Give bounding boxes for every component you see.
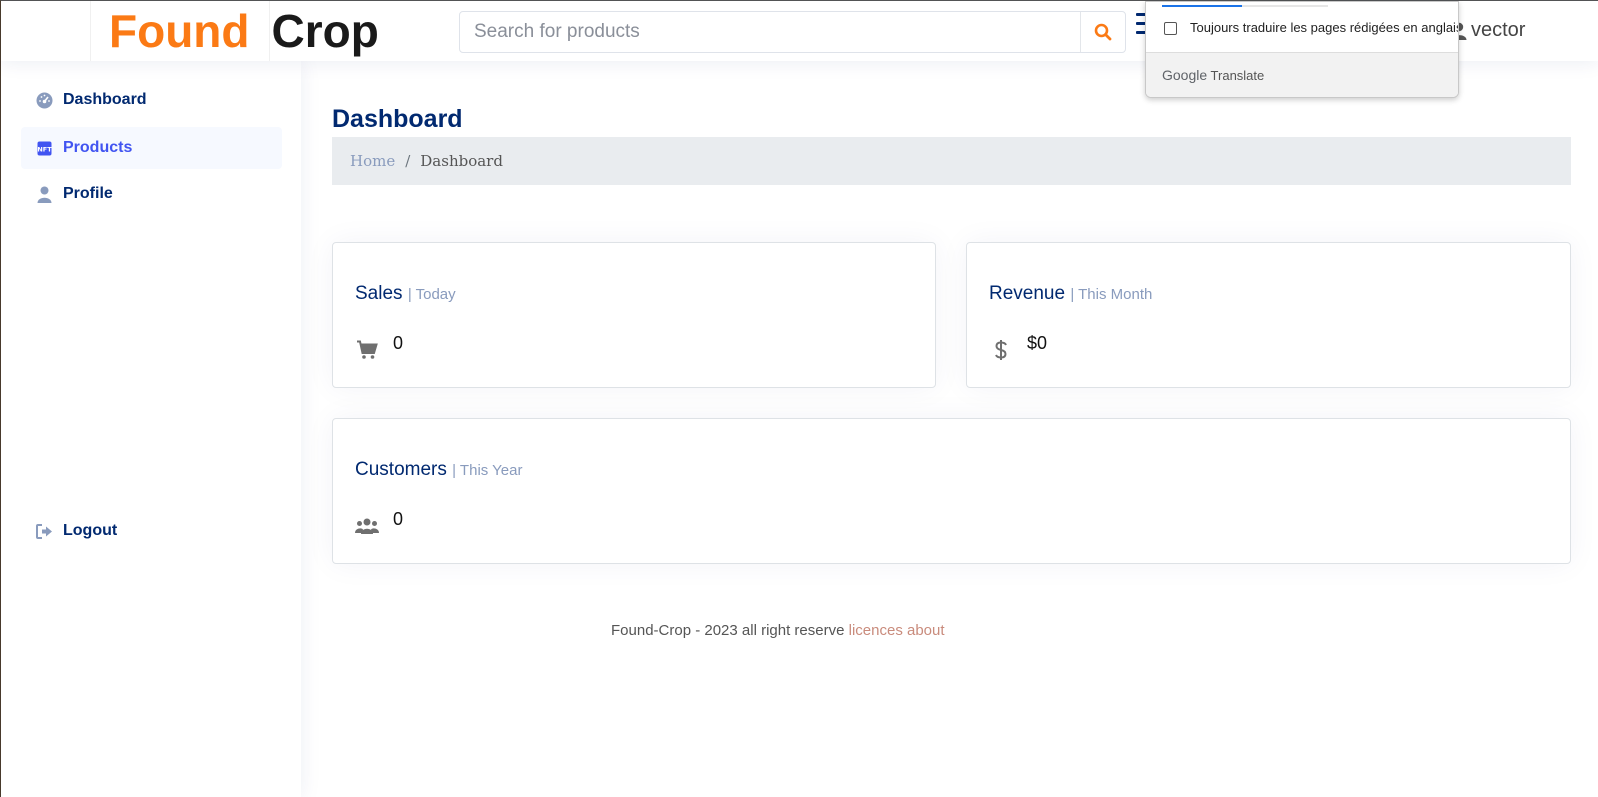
logo[interactable]: Found Crop [109,4,379,58]
sidebar-item-label: Logout [63,522,118,539]
sidebar-item-products[interactable]: NFT Products [21,127,282,169]
card-title: Customers | This Year [355,459,522,481]
translate-popup: Toujours traduire les pages rédigées en … [1145,1,1459,98]
user-name: vector [1471,19,1526,41]
footer-copyright: Found-Crop - 2023 all right reserve [611,622,845,639]
person-icon [35,185,53,203]
logout-icon [35,522,53,540]
card-title-text: Sales [355,283,403,304]
card-title-text: Customers [355,459,447,480]
search-input[interactable] [460,12,1080,52]
translate-wordmark: Translate [1210,68,1265,83]
logo-found: Found [109,5,250,57]
app-page: FoundCrop vector Toujours tradui [0,0,1598,797]
footer: Found-Crop - 2023 all right reserve lice… [611,622,945,639]
people-icon [355,514,379,538]
search-bar [459,11,1126,53]
card-title: Revenue | This Month [989,283,1152,305]
main-content: Dashboard Home / Dashboard Sales | Today… [301,61,1598,797]
sidebar-item-dashboard[interactable]: Dashboard [21,79,282,121]
sidebar-item-logout[interactable]: Logout [21,510,282,552]
sidebar: Dashboard NFT Products Profile Logout [1,61,301,797]
translate-footer: Google Translate [1146,52,1458,97]
footer-links[interactable]: licences about [849,622,945,639]
search-button[interactable] [1080,12,1125,52]
logo-crop: Crop [271,5,379,57]
card-period: | This Year [452,462,523,479]
search-icon [1094,23,1112,41]
svg-text:NFT: NFT [37,145,52,153]
cart-icon [355,338,379,362]
customers-value: 0 [393,509,404,529]
card-period: | This Month [1070,286,1153,303]
sales-value: 0 [393,333,404,353]
dashboard-icon [35,91,53,109]
google-translate-brand: Google Translate [1162,67,1264,83]
sidebar-item-label: Dashboard [63,91,147,108]
user-menu[interactable]: vector [1451,19,1525,42]
sales-card: Sales | Today 0 [332,242,936,388]
card-title-text: Revenue [989,283,1066,304]
sidebar-item-label: Profile [63,185,113,202]
breadcrumb-current: Dashboard [420,152,503,170]
always-translate-checkbox[interactable] [1164,22,1177,35]
sidebar-item-profile[interactable]: Profile [21,173,282,215]
breadcrumb-separator: / [405,152,411,170]
google-wordmark: Google [1162,67,1208,83]
page-title: Dashboard [332,105,463,133]
revenue-value: $0 [1027,333,1048,353]
nft-icon: NFT [35,139,53,157]
dollar-icon [989,338,1013,362]
breadcrumb-home[interactable]: Home [350,152,395,170]
always-translate-label[interactable]: Toujours traduire les pages rédigées en … [1190,20,1458,35]
revenue-card: Revenue | This Month $0 [966,242,1571,388]
customers-card: Customers | This Year 0 [332,418,1571,564]
translate-tab-indicator [1162,5,1328,7]
card-title: Sales | Today [355,283,456,305]
breadcrumb: Home / Dashboard [332,137,1571,185]
card-period: | Today [407,286,456,303]
sidebar-item-label: Products [63,139,133,156]
